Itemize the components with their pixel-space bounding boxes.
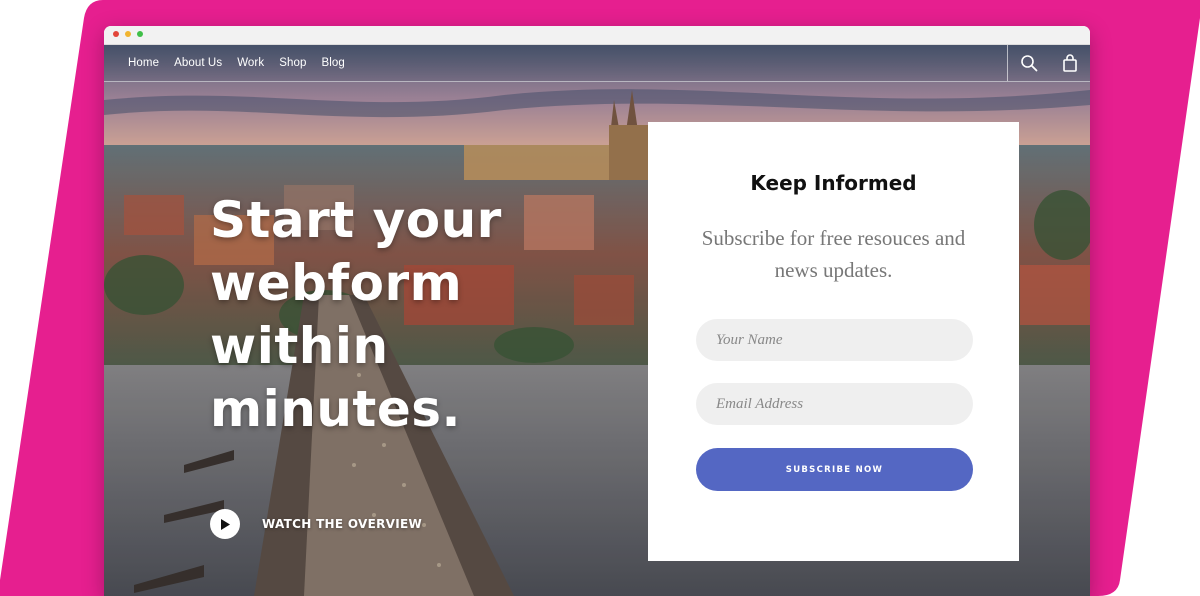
email-input[interactable] [696, 383, 973, 425]
close-window-dot[interactable] [113, 31, 119, 37]
form-title: Keep Informed [750, 171, 917, 195]
form-subtitle: Subscribe for free resouces and news upd… [701, 226, 966, 282]
nav-link-home[interactable]: Home [128, 57, 159, 69]
browser-window: Home About Us Work Shop Blog Start your … [104, 26, 1090, 596]
hero-heading: Start your webform within minutes. [210, 191, 502, 438]
name-input[interactable] [696, 319, 973, 361]
watch-overview-label[interactable]: WATCH THE OVERVIEW [262, 517, 422, 531]
play-icon[interactable] [210, 509, 240, 539]
subscribe-form-card: Keep Informed Subscribe for free resouce… [648, 122, 1019, 561]
search-icon[interactable] [1018, 52, 1040, 74]
nav-link-blog[interactable]: Blog [321, 57, 344, 69]
browser-titlebar [104, 26, 1090, 45]
bag-icon[interactable] [1059, 52, 1081, 74]
watch-overview-link[interactable]: WATCH THE OVERVIEW [210, 509, 422, 539]
nav-link-shop[interactable]: Shop [279, 57, 306, 69]
nav-link-about-us[interactable]: About Us [174, 57, 222, 69]
minimize-window-dot[interactable] [125, 31, 131, 37]
page-viewport: Home About Us Work Shop Blog Start your … [104, 45, 1090, 596]
nav-link-work[interactable]: Work [237, 57, 264, 69]
nav-links: Home About Us Work Shop Blog [128, 45, 345, 81]
maximize-window-dot[interactable] [137, 31, 143, 37]
subscribe-button[interactable]: SUBSCRIBE NOW [696, 448, 973, 491]
nav-tools [1007, 45, 1090, 81]
top-navigation: Home About Us Work Shop Blog [104, 45, 1090, 82]
